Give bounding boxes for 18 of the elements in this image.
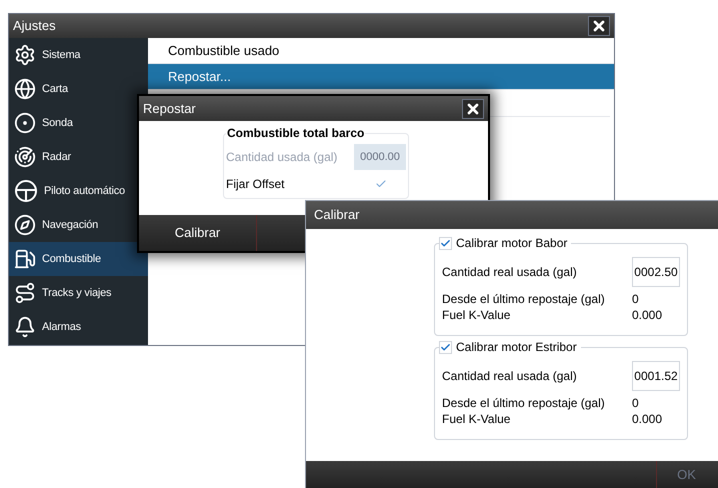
- field-label: Cantidad usada (gal): [226, 149, 338, 166]
- dialog-title: Calibrar: [314, 206, 360, 224]
- value-label: Desde el último repostaje (gal): [442, 395, 606, 412]
- value-label: Fuel K-Value: [442, 307, 512, 324]
- checkbox-label: Fijar Offset: [226, 176, 284, 193]
- value-text: 0: [632, 291, 639, 308]
- value-label: Desde el último repostaje (gal): [442, 291, 606, 308]
- value-text: 0.000: [632, 307, 662, 324]
- group-legend: Calibrar motor Estribor: [456, 339, 577, 355]
- value-text: 0: [632, 395, 639, 412]
- value-text: 0.000: [632, 411, 662, 428]
- dialog-title: Repostar: [143, 100, 196, 118]
- window-title: Ajustes: [13, 17, 56, 36]
- group-legend: Combustible total barco: [226, 125, 366, 141]
- group-legend: Calibrar motor Babor: [456, 235, 568, 251]
- field-label: Cantidad real usada (gal): [442, 368, 577, 385]
- value-label: Fuel K-Value: [442, 411, 512, 428]
- field-label: Cantidad real usada (gal): [442, 264, 577, 281]
